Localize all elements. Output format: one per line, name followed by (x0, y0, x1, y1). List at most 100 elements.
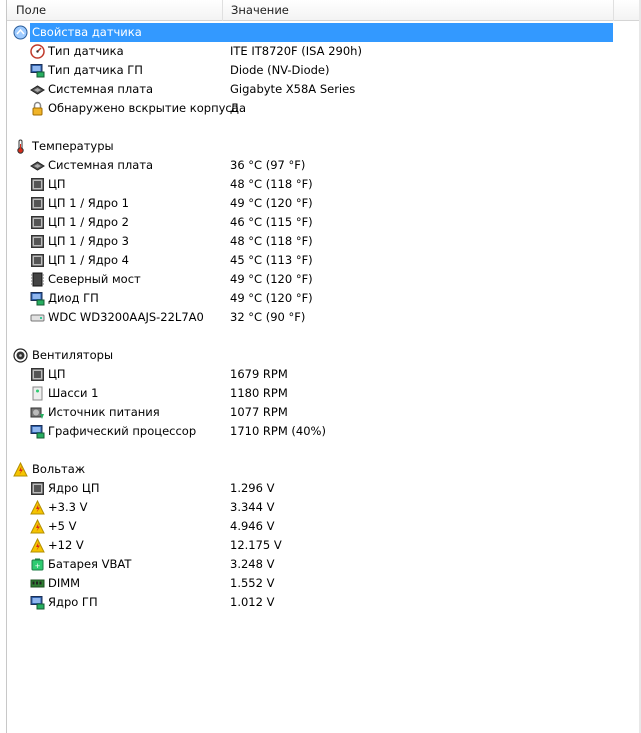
cpu-icon (30, 234, 45, 249)
northbridge-chip-icon (30, 272, 45, 287)
row-label: Северный мост (48, 272, 141, 286)
sensor-row[interactable]: Тип датчика ГП Diode (NV-Diode) (7, 61, 639, 80)
sensor-row[interactable]: ЦП 48 °C (118 °F) (7, 175, 639, 194)
cpu-icon (30, 177, 45, 192)
sensor-row[interactable]: WDC WD3200AAJS-22L7A0 32 °C (90 °F) (7, 308, 639, 327)
row-value: 36 °C (97 °F) (230, 158, 306, 172)
row-value: 4.946 V (230, 519, 275, 533)
row-value: 1679 RPM (230, 367, 288, 381)
cpu-icon (30, 253, 45, 268)
row-label: DIMM (48, 576, 81, 590)
row-value: 45 °C (113 °F) (230, 253, 313, 267)
row-value: 49 °C (120 °F) (230, 196, 313, 210)
sensor-row[interactable]: ЦП 1679 RPM (7, 365, 639, 384)
row-label: Шасси 1 (48, 386, 99, 400)
gpu-monitor-icon (30, 291, 45, 306)
row-value: 1.296 V (230, 481, 275, 495)
thermometer-icon (13, 139, 28, 154)
row-value: 3.248 V (230, 557, 275, 571)
motherboard-icon (30, 82, 45, 97)
row-label: Графический процессор (48, 424, 197, 438)
motherboard-icon (30, 158, 45, 173)
row-value: Gigabyte X58A Series (230, 82, 356, 96)
row-label: ЦП 1 / Ядро 4 (48, 253, 129, 267)
row-value: 49 °C (120 °F) (230, 272, 313, 286)
voltage-warning-icon (30, 499, 45, 515)
column-divider-end (613, 0, 614, 21)
row-label: +12 V (48, 538, 84, 552)
row-label: +5 V (48, 519, 77, 533)
row-label: +3.3 V (48, 500, 88, 514)
sensor-row[interactable]: + Батарея VBAT 3.248 V (7, 555, 639, 574)
sensor-row[interactable]: +5 V 4.946 V (7, 517, 639, 536)
sensor-row[interactable]: Системная плата 36 °C (97 °F) (7, 156, 639, 175)
row-label: ЦП (48, 367, 66, 381)
row-value: 3.344 V (230, 500, 275, 514)
chassis-icon (30, 386, 45, 401)
row-value: 48 °C (118 °F) (230, 177, 313, 191)
fan-icon (13, 348, 28, 363)
column-header-value[interactable]: Значение (231, 0, 289, 21)
row-label: Вентиляторы (32, 348, 114, 362)
battery-icon: + (30, 557, 45, 572)
power-supply-icon (30, 405, 45, 420)
row-label: Ядро ГП (48, 595, 98, 609)
sensor-row[interactable]: +3.3 V 3.344 V (7, 498, 639, 517)
sensor-row[interactable]: Системная плата Gigabyte X58A Series (7, 80, 639, 99)
voltage-warning-icon (30, 537, 45, 553)
sensor-row[interactable]: Северный мост 49 °C (120 °F) (7, 270, 639, 289)
sensor-icon (13, 25, 28, 40)
row-label: ЦП (48, 177, 66, 191)
row-label: Тип датчика (48, 44, 124, 58)
row-label: Свойства датчика (30, 23, 613, 42)
row-label: Системная плата (48, 158, 154, 172)
sensor-row[interactable]: Шасси 1 1180 RPM (7, 384, 639, 403)
sensor-row[interactable]: ЦП 1 / Ядро 3 48 °C (118 °F) (7, 232, 639, 251)
section-header[interactable]: Вентиляторы (7, 346, 639, 365)
sensor-row[interactable]: Диод ГП 49 °C (120 °F) (7, 289, 639, 308)
gpu-monitor-icon (30, 424, 45, 439)
row-label: Источник питания (48, 405, 160, 419)
sensor-row[interactable]: Обнаружено вскрытие корпуса Да (7, 99, 639, 118)
column-header-field[interactable]: Поле (16, 0, 46, 21)
sensor-row[interactable]: Тип датчика ITE IT8720F (ISA 290h) (7, 42, 639, 61)
sensor-row[interactable]: Ядро ЦП 1.296 V (7, 479, 639, 498)
section-header[interactable]: Температуры (7, 137, 639, 156)
sensor-row[interactable]: Графический процессор 1710 RPM (40%) (7, 422, 639, 441)
gpu-monitor-icon (30, 595, 45, 610)
cpu-icon (30, 481, 45, 496)
gpu-monitor-icon (30, 63, 45, 78)
sensor-row[interactable]: ЦП 1 / Ядро 1 49 °C (120 °F) (7, 194, 639, 213)
sensor-row[interactable]: ЦП 1 / Ядро 4 45 °C (113 °F) (7, 251, 639, 270)
row-label: ЦП 1 / Ядро 2 (48, 215, 129, 229)
row-value: 1.552 V (230, 576, 275, 590)
sensor-row[interactable]: +12 V 12.175 V (7, 536, 639, 555)
row-value: 1.012 V (230, 595, 275, 609)
column-divider[interactable] (222, 0, 223, 21)
cpu-icon (30, 196, 45, 211)
memory-module-icon (30, 576, 45, 591)
row-label: Обнаружено вскрытие корпуса (48, 101, 239, 115)
section-header[interactable]: Свойства датчика (7, 23, 639, 42)
cpu-icon (30, 367, 45, 382)
voltage-warning-icon (30, 518, 45, 534)
row-value: Да (230, 101, 247, 115)
row-label: Ядро ЦП (48, 481, 100, 495)
row-value: Diode (NV-Diode) (230, 63, 330, 77)
row-label: WDC WD3200AAJS-22L7A0 (48, 310, 204, 324)
row-label: Системная плата (48, 82, 154, 96)
sensor-row[interactable]: Ядро ГП 1.012 V (7, 593, 639, 612)
row-value: ITE IT8720F (ISA 290h) (230, 44, 362, 58)
row-value: 46 °C (115 °F) (230, 215, 313, 229)
row-label: Вольтаж (32, 462, 86, 476)
row-value: 32 °C (90 °F) (230, 310, 306, 324)
section-header[interactable]: Вольтаж (7, 460, 639, 479)
sensor-row[interactable]: DIMM 1.552 V (7, 574, 639, 593)
row-label: Диод ГП (48, 291, 99, 305)
sensor-row[interactable]: Источник питания 1077 RPM (7, 403, 639, 422)
row-label: ЦП 1 / Ядро 3 (48, 234, 129, 248)
sensor-row[interactable]: ЦП 1 / Ядро 2 46 °C (115 °F) (7, 213, 639, 232)
hard-drive-icon (30, 310, 45, 325)
row-label: Температуры (32, 139, 114, 153)
row-value: 1710 RPM (40%) (230, 424, 326, 438)
